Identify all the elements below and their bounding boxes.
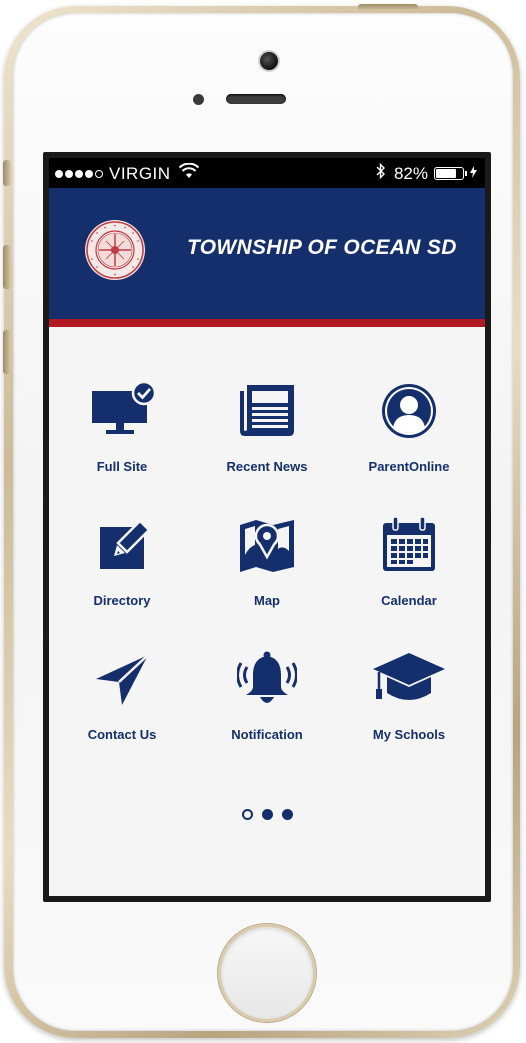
signal-dot <box>75 169 83 178</box>
app-header: TOWNSHIP OF OCEAN SD <box>49 188 485 319</box>
person-icon <box>379 381 439 441</box>
page-dot[interactable] <box>262 809 273 820</box>
tile-label: Full Site <box>96 459 148 474</box>
status-bar: VIRGIN 82% <box>49 158 485 188</box>
tile-recent-news[interactable]: Recent News <box>197 381 337 491</box>
tile-map[interactable]: Map <box>197 515 337 625</box>
proximity-sensor <box>193 94 204 105</box>
battery-percent: 82% <box>393 163 428 183</box>
signal-dot <box>65 169 73 178</box>
tile-label: My Schools <box>372 727 446 742</box>
front-camera <box>258 50 280 72</box>
battery-cap <box>465 171 467 176</box>
calendar-icon <box>379 515 439 575</box>
page-dot[interactable] <box>282 809 293 820</box>
newspaper-icon <box>237 381 297 441</box>
header-accent-stripe <box>49 319 485 327</box>
tile-label: Map <box>254 593 280 608</box>
page-indicator <box>242 809 312 823</box>
tile-calendar[interactable]: Calendar <box>339 515 479 625</box>
battery-fill <box>436 169 456 178</box>
page-title: TOWNSHIP OF OCEAN SD <box>187 236 457 259</box>
tile-label: Contact Us <box>87 727 157 742</box>
signal-dot-empty <box>95 169 103 178</box>
tile-my-schools[interactable]: My Schools <box>339 649 479 759</box>
power-button <box>358 4 418 11</box>
tile-full-site[interactable]: Full Site <box>52 380 192 491</box>
tile-label: Directory <box>93 593 151 608</box>
app-screen: VIRGIN 82% TOWNSHIP OF OCEAN SD Full Sit… <box>49 158 485 896</box>
tile-label: Recent News <box>226 459 308 474</box>
charging-icon <box>470 166 477 181</box>
home-button[interactable] <box>218 924 316 1022</box>
district-seal-logo <box>84 219 146 281</box>
wifi-icon <box>178 162 199 184</box>
signal-dot <box>85 169 93 178</box>
volume-up-button <box>3 245 11 289</box>
tile-label: Notification <box>231 727 303 742</box>
page-dot-active[interactable] <box>242 809 253 820</box>
tile-notification[interactable]: Notification <box>197 649 337 759</box>
graduation-cap-icon <box>373 649 445 709</box>
paper-plane-icon <box>92 649 152 709</box>
monitor-check-icon <box>92 380 157 441</box>
signal-dot <box>55 169 63 178</box>
mute-switch <box>3 160 11 186</box>
battery-icon <box>434 167 464 180</box>
earpiece-speaker <box>226 94 286 104</box>
edit-icon <box>92 515 152 575</box>
map-pin-icon <box>237 515 297 575</box>
tile-parentonline[interactable]: ParentOnline <box>339 381 479 491</box>
bell-icon <box>236 649 298 709</box>
tile-contact-us[interactable]: Contact Us <box>52 649 192 759</box>
tile-label: ParentOnline <box>368 459 450 474</box>
tile-label: Calendar <box>381 593 437 608</box>
bluetooth-icon <box>376 162 386 184</box>
carrier-name: VIRGIN <box>109 163 171 183</box>
menu-grid: Full Site Recent News ParentOnline Direc… <box>49 327 485 847</box>
phone-screen: VIRGIN 82% TOWNSHIP OF OCEAN SD Full Sit… <box>43 152 491 902</box>
volume-down-button <box>3 330 11 374</box>
tile-directory[interactable]: Directory <box>52 515 192 625</box>
